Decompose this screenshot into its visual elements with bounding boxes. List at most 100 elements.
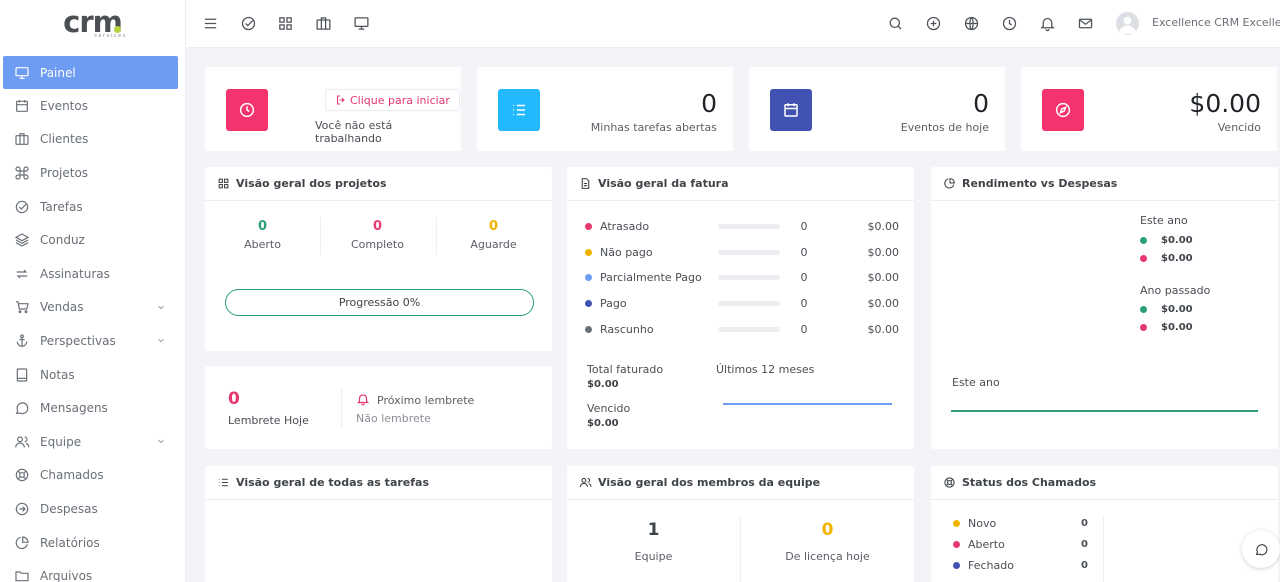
invoice-row-label: Não pago	[600, 245, 653, 259]
total-invoiced-label: Total faturado	[587, 363, 664, 376]
sidebar-item-label: Assinaturas	[40, 266, 110, 281]
all-tasks-overview-card: Visão geral de todas as tarefas	[205, 466, 552, 582]
sidebar-item-assinaturas[interactable]: Assinaturas	[0, 257, 185, 291]
ticket-status-card: Status dos Chamados Novo 0 Aberto 0 Fech…	[931, 466, 1278, 582]
sidebar-item-eventos[interactable]: Eventos	[0, 89, 185, 123]
on-leave-value: 0	[821, 520, 834, 540]
topbar: Excellence CRM Excellence	[186, 0, 1280, 48]
reminder-card: 0 Lembrete Hoje Próximo lembrete Não lem…	[205, 366, 552, 449]
avatar[interactable]	[1116, 12, 1139, 35]
sidebar-item-arquivos[interactable]: Arquivos	[0, 559, 185, 582]
cart-icon	[16, 301, 29, 314]
expense-dot	[1140, 255, 1147, 262]
sidebar-item-clientes[interactable]: Clientes	[0, 123, 185, 157]
projects-open[interactable]: 0 Aberto	[205, 219, 320, 251]
events-today-stat-box	[770, 89, 812, 131]
ticket-row-open[interactable]: Aberto 0	[953, 537, 1088, 551]
sidebar-item-label: Despesas	[40, 501, 98, 516]
check-circle-icon	[15, 200, 29, 213]
folder-icon	[15, 571, 29, 582]
grid-icon[interactable]	[277, 15, 294, 32]
invoice-row-overdue[interactable]: Atrasado 0 $0.00	[585, 219, 899, 233]
projects-overview-header: Visão geral dos projetos	[205, 167, 552, 201]
invoice-due-value: $0.00	[587, 418, 619, 429]
expense-dot	[1140, 324, 1147, 331]
users-icon	[15, 436, 30, 448]
list-icon	[513, 104, 525, 116]
invoice-row-paid[interactable]: Pago 0 $0.00	[585, 296, 899, 310]
sidebar-item-vendas[interactable]: Vendas	[0, 291, 185, 325]
chat-button[interactable]	[1242, 530, 1280, 568]
sidebar-item-equipe[interactable]: Equipe	[0, 425, 185, 459]
last-year-income: $0.00	[1140, 304, 1193, 315]
search-icon[interactable]	[887, 15, 904, 32]
invoice-period-label[interactable]: Últimos 12 meses	[716, 363, 814, 376]
income-trend-line	[951, 410, 1258, 412]
invoice-row-bar	[718, 326, 780, 332]
invoice-row-amount: $0.00	[867, 296, 900, 310]
projects-completed[interactable]: 0 Completo	[320, 219, 435, 251]
invoice-row-amount: $0.00	[867, 322, 900, 336]
monitor-icon[interactable]	[353, 15, 370, 32]
plus-circle-icon[interactable]	[925, 15, 942, 32]
status-dot	[953, 540, 960, 548]
users-icon	[579, 477, 592, 487]
briefcase-icon[interactable]	[315, 15, 332, 32]
sidebar-item-label: Tarefas	[40, 199, 83, 214]
mail-icon[interactable]	[1077, 15, 1094, 32]
life-buoy-icon	[15, 469, 29, 482]
repeat-icon	[16, 269, 28, 279]
menu-icon[interactable]	[202, 15, 219, 32]
message-icon	[1255, 543, 1267, 555]
sidebar-item-mensagens[interactable]: Mensagens	[0, 391, 185, 425]
reminder-today-label: Lembrete Hoje	[228, 414, 309, 427]
invoice-row-partially-paid[interactable]: Parcialmente Pago 0 $0.00	[585, 270, 899, 284]
clock-in-button[interactable]: Clique para iniciar	[325, 89, 460, 111]
invoice-row-label: Rascunho	[600, 322, 654, 336]
sidebar-item-painel[interactable]: Painel	[3, 56, 178, 89]
compass-icon	[1055, 102, 1071, 118]
sidebar-item-label: Notas	[40, 367, 75, 382]
team-members[interactable]: 1 Equipe	[567, 520, 740, 563]
invoice-row-draft[interactable]: Rascunho 0 $0.00	[585, 322, 899, 336]
ticket-row-closed[interactable]: Fechado 0	[953, 558, 1088, 572]
invoice-row-count: 0	[800, 245, 808, 259]
logo[interactable]: crm services	[0, 0, 185, 48]
on-leave-today[interactable]: 0 De licença hoje	[741, 520, 914, 563]
check-circle-icon[interactable]	[240, 15, 257, 32]
sidebar-item-notas[interactable]: Notas	[0, 358, 185, 392]
sidebar-item-tarefas[interactable]: Tarefas	[0, 190, 185, 224]
chevron-down-icon	[158, 338, 164, 343]
invoice-row-count: 0	[800, 219, 808, 233]
sidebar-item-label: Painel	[40, 65, 76, 80]
projects-hold-label: Aguarde	[470, 238, 517, 251]
open-tasks-card[interactable]: 0 Minhas tarefas abertas	[477, 67, 733, 151]
bell-icon[interactable]	[1039, 15, 1056, 32]
sidebar-item-chamados[interactable]: Chamados	[0, 459, 185, 493]
sidebar-item-perspectivas[interactable]: Perspectivas	[0, 324, 185, 358]
this-year-expense-value: $0.00	[1161, 253, 1193, 264]
clock-stat-box	[226, 89, 268, 131]
events-today-card[interactable]: 0 Eventos de hoje	[749, 67, 1005, 151]
projects-overview-card: Visão geral dos projetos 0 Aberto 0 Comp…	[205, 167, 552, 351]
globe-icon[interactable]	[963, 15, 980, 32]
projects-hold[interactable]: 0 Aguarde	[436, 219, 551, 251]
clock-status-text: Você não está trabalhando	[315, 119, 393, 145]
this-year-label: Este ano	[1140, 214, 1188, 227]
sidebar-item-label: Clientes	[40, 132, 89, 147]
ticket-row-new[interactable]: Novo 0	[953, 516, 1088, 530]
events-today-label: Eventos de hoje	[900, 121, 989, 134]
sidebar-item-relatorios[interactable]: Relatórios	[0, 526, 185, 560]
user-name[interactable]: Excellence CRM Excellence	[1152, 16, 1280, 29]
sidebar-item-conduz[interactable]: Conduz	[0, 223, 185, 257]
team-overview-card: Visão geral dos membros da equipe 1 Equi…	[567, 466, 914, 582]
last-year-expense: $0.00	[1140, 322, 1193, 333]
invoice-row-bar	[718, 223, 780, 229]
team-overview-title: Visão geral dos membros da equipe	[598, 476, 821, 489]
sidebar-item-projetos[interactable]: Projetos	[0, 156, 185, 190]
clock-icon[interactable]	[1001, 15, 1018, 32]
invoice-row-unpaid[interactable]: Não pago 0 $0.00	[585, 245, 899, 259]
overdue-card[interactable]: $0.00 Vencido	[1021, 67, 1277, 151]
status-dot	[585, 325, 592, 333]
sidebar-item-despesas[interactable]: Despesas	[0, 492, 185, 526]
